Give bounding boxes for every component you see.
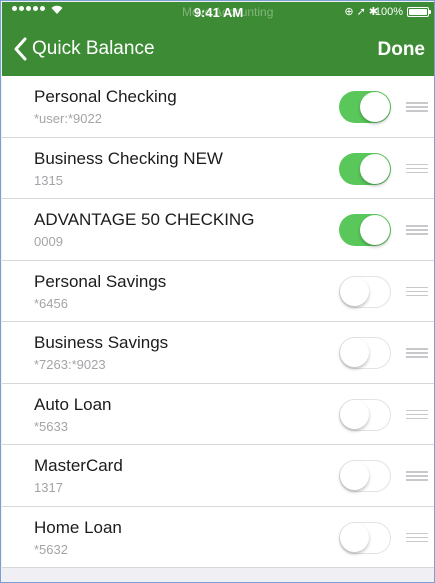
battery-icon xyxy=(407,7,431,17)
account-number: 1317 xyxy=(34,480,63,495)
account-number: 1315 xyxy=(34,172,63,188)
done-button[interactable]: Done xyxy=(378,39,426,61)
alarm-icon: ⊕ xyxy=(344,6,357,18)
account-toggle[interactable] xyxy=(339,275,391,308)
app-screen: Move Accounting 9:41 AM ⊕➚✱ 100% Quick B… xyxy=(0,0,435,583)
account-list: Personal Checking *user:*9022 Business C… xyxy=(2,76,434,568)
toggle-knob xyxy=(360,215,390,245)
account-row: Personal Savings *6456 xyxy=(2,261,434,322)
account-toggle[interactable] xyxy=(339,214,391,246)
location-icon: ➚ xyxy=(356,6,369,18)
toggle-knob xyxy=(340,338,369,367)
account-number: *user:*9022 xyxy=(34,111,102,126)
account-number: *5633 xyxy=(34,418,68,434)
account-name: Business Checking NEW xyxy=(34,148,223,168)
nav-bar: Quick Balance Done xyxy=(2,22,434,76)
account-name: Personal Checking xyxy=(34,87,177,106)
reorder-handle-icon[interactable] xyxy=(406,471,428,481)
battery-percent: 100% xyxy=(374,6,403,18)
account-toggle[interactable] xyxy=(339,521,391,554)
account-toggle[interactable] xyxy=(339,460,391,492)
account-number: *6456 xyxy=(34,295,68,311)
toggle-knob xyxy=(340,522,369,552)
account-row: MasterCard 1317 xyxy=(2,445,434,507)
status-bar: Move Accounting 9:41 AM ⊕➚✱ 100% xyxy=(2,2,434,22)
account-name: Personal Savings xyxy=(34,271,167,291)
chevron-left-icon xyxy=(14,37,27,61)
toggle-knob xyxy=(340,461,369,490)
account-number: *7263:*9023 xyxy=(34,357,106,372)
reorder-handle-icon[interactable] xyxy=(406,348,428,358)
account-row: ADVANTAGE 50 CHECKING 0009 xyxy=(2,199,434,261)
reorder-handle-icon[interactable] xyxy=(406,163,428,174)
reorder-handle-icon[interactable] xyxy=(406,409,428,420)
account-number: 0009 xyxy=(34,234,63,249)
account-name: Auto Loan xyxy=(34,394,112,414)
account-number: *5632 xyxy=(34,541,68,557)
back-button[interactable]: Quick Balance xyxy=(12,36,155,62)
account-name: Home Loan xyxy=(34,517,122,537)
header: Move Accounting 9:41 AM ⊕➚✱ 100% Quick B… xyxy=(2,2,434,76)
account-name: ADVANTAGE 50 CHECKING xyxy=(34,210,255,229)
reorder-handle-icon[interactable] xyxy=(406,225,428,235)
account-row: Personal Checking *user:*9022 xyxy=(2,76,434,138)
reorder-handle-icon[interactable] xyxy=(406,286,428,297)
toggle-knob xyxy=(340,276,369,306)
account-row: Business Savings *7263:*9023 xyxy=(2,322,434,384)
toggle-knob xyxy=(360,153,390,184)
account-toggle[interactable] xyxy=(339,398,391,431)
account-toggle[interactable] xyxy=(339,91,391,123)
account-row: Home Loan *5632 xyxy=(2,507,434,568)
toggle-knob xyxy=(340,399,369,429)
account-toggle[interactable] xyxy=(339,152,391,185)
account-toggle[interactable] xyxy=(339,337,391,369)
reorder-handle-icon[interactable] xyxy=(406,532,428,543)
reorder-handle-icon[interactable] xyxy=(406,102,428,112)
toggle-knob xyxy=(360,92,390,122)
account-row: Business Checking NEW 1315 xyxy=(2,138,434,199)
back-button-label: Quick Balance xyxy=(32,38,155,59)
account-name: MasterCard xyxy=(34,456,123,475)
account-row: Auto Loan *5633 xyxy=(2,384,434,445)
account-name: Business Savings xyxy=(34,333,169,352)
